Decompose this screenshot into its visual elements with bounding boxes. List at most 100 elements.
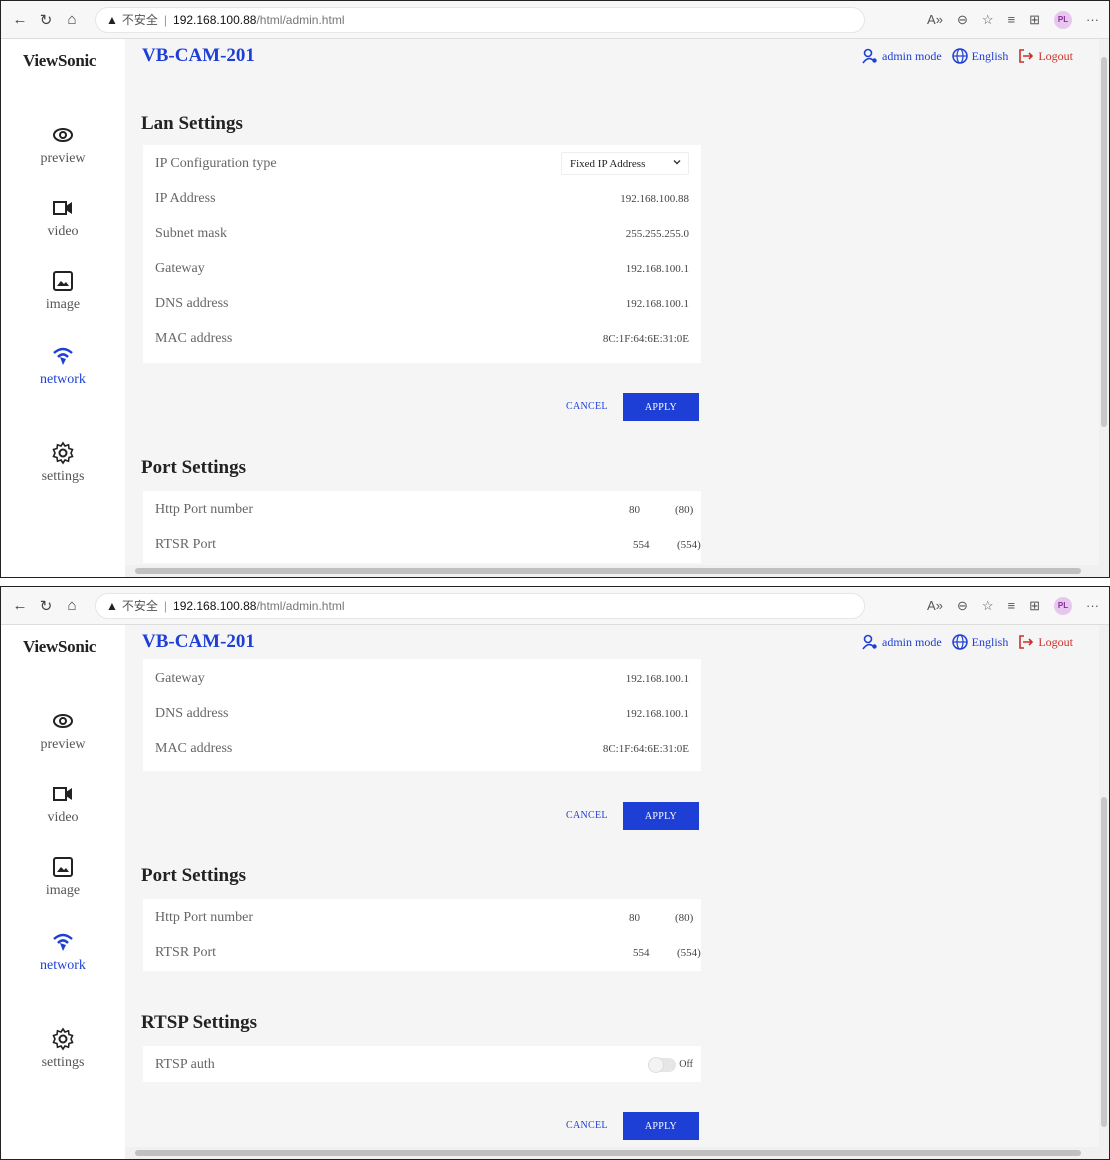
- rtsp-apply-button[interactable]: APPLY: [623, 1112, 699, 1140]
- admin-mode-link[interactable]: admin mode: [862, 634, 942, 650]
- http-port-input[interactable]: 80: [629, 504, 640, 516]
- browser-tools: A» ⊖ ☆ ≡ ⊞ PL ···: [927, 10, 1109, 29]
- mac-value: 8C:1F:64:6E:31:0E: [602, 742, 689, 755]
- home-icon[interactable]: ⌂: [59, 11, 85, 28]
- profile-avatar[interactable]: PL: [1054, 596, 1072, 615]
- more-icon[interactable]: ···: [1086, 12, 1099, 27]
- subnet-value: 255.255.255.0: [625, 227, 689, 240]
- rtsr-port-default: (554): [677, 538, 701, 551]
- vertical-scrollbar[interactable]: [1099, 625, 1109, 1159]
- collections-icon[interactable]: ⊞: [1029, 598, 1040, 614]
- language-link[interactable]: English: [951, 634, 1008, 650]
- user-gear-icon: [862, 634, 877, 650]
- read-aloud-icon[interactable]: A»: [927, 12, 943, 27]
- rtsp-cancel-button[interactable]: CANCEL: [566, 1120, 608, 1131]
- logout-label: Logout: [1038, 48, 1073, 63]
- logout-link[interactable]: Logout: [1018, 48, 1073, 64]
- lan-cancel-button[interactable]: CANCEL: [566, 810, 608, 821]
- rtsr-port-input[interactable]: 554: [633, 947, 650, 959]
- rtsp-settings-title: RTSP Settings: [141, 1012, 257, 1033]
- http-port-label: Http Port number: [155, 501, 253, 517]
- horizontal-scroll-thumb[interactable]: [135, 1150, 1081, 1156]
- refresh-icon[interactable]: ↻: [33, 11, 59, 29]
- http-port-input[interactable]: 80: [629, 912, 640, 924]
- sidebar-item-preview[interactable]: preview: [1, 709, 125, 753]
- admin-mode-link[interactable]: admin mode: [862, 48, 942, 64]
- browser-tools: A» ⊖ ☆ ≡ ⊞ PL ···: [927, 596, 1109, 615]
- sidebar-item-settings[interactable]: settings: [1, 1027, 125, 1071]
- lan-apply-button[interactable]: APPLY: [623, 802, 699, 830]
- rtsp-auth-toggle[interactable]: Off: [648, 1056, 693, 1073]
- favorite-add-icon[interactable]: ☆: [982, 598, 994, 614]
- eye-icon: [53, 714, 73, 728]
- sidebar-item-video[interactable]: video: [1, 782, 125, 826]
- mac-label: MAC address: [155, 330, 233, 346]
- url-separator: |: [163, 598, 168, 613]
- refresh-icon[interactable]: ↻: [33, 597, 59, 615]
- ip-config-label: IP Configuration type: [155, 155, 277, 171]
- user-gear-icon: [862, 48, 877, 64]
- address-bar[interactable]: ▲ 不安全 | 192.168.100.88 /html/admin.html: [95, 592, 865, 619]
- sidebar-item-label: video: [47, 810, 79, 825]
- sidebar-item-image[interactable]: image: [1, 855, 125, 899]
- more-icon[interactable]: ···: [1086, 598, 1099, 613]
- lan-apply-button[interactable]: APPLY: [623, 393, 699, 421]
- port-settings-title: Port Settings: [141, 457, 247, 478]
- read-aloud-icon[interactable]: A»: [927, 598, 943, 613]
- favorite-add-icon[interactable]: ☆: [982, 12, 994, 28]
- rtsr-port-input[interactable]: 554: [633, 539, 650, 551]
- toggle-track: [648, 1056, 677, 1073]
- ip-address-value: 192.168.100.88: [620, 192, 689, 205]
- image-icon: [53, 271, 73, 291]
- favorites-icon[interactable]: ≡: [1008, 12, 1016, 27]
- sidebar-item-label: network: [40, 372, 86, 387]
- zoom-icon[interactable]: ⊖: [957, 598, 968, 614]
- browser-window-top: ← ↻ ⌂ ▲ 不安全 | 192.168.100.88 /html/admin…: [0, 0, 1110, 578]
- favorites-icon[interactable]: ≡: [1008, 598, 1016, 613]
- dns-value: 192.168.100.1: [625, 707, 689, 720]
- vertical-scroll-thumb[interactable]: [1101, 57, 1107, 427]
- dns-value: 192.168.100.1: [625, 297, 689, 310]
- language-link[interactable]: English: [951, 48, 1009, 64]
- logout-link[interactable]: Logout: [1018, 634, 1073, 650]
- ip-config-row: IP Configuration type Fixed IP Address: [143, 146, 701, 181]
- rtsp-auth-row: RTSP auth Off: [143, 1047, 701, 1082]
- mac-label: MAC address: [155, 740, 233, 756]
- port-settings-card: Http Port number 80 (80) RTSR Port 554 (…: [143, 491, 701, 563]
- ip-config-value: Fixed IP Address: [570, 157, 646, 170]
- sidebar-item-network[interactable]: network: [1, 344, 125, 388]
- sidebar-item-settings[interactable]: settings: [1, 441, 125, 485]
- sidebar-item-video[interactable]: video: [1, 196, 125, 240]
- gateway-row: Gateway 192.168.100.1: [143, 661, 701, 696]
- app-header: VB-CAM-201 admin mode English Logout: [125, 625, 1099, 659]
- rtsr-port-row: RTSR Port 554 (554): [143, 935, 701, 970]
- address-bar[interactable]: ▲ 不安全 | 192.168.100.88 /html/admin.html: [95, 6, 865, 33]
- back-icon[interactable]: ←: [7, 11, 33, 28]
- horizontal-scrollbar[interactable]: [125, 565, 1099, 577]
- profile-avatar[interactable]: PL: [1054, 10, 1072, 29]
- http-port-label: Http Port number: [155, 909, 253, 925]
- zoom-icon[interactable]: ⊖: [957, 12, 968, 28]
- http-port-default: (80): [675, 911, 694, 924]
- horizontal-scrollbar[interactable]: [125, 1147, 1099, 1159]
- ip-config-select[interactable]: Fixed IP Address: [561, 152, 689, 175]
- rtsp-settings-card: RTSP auth Off: [143, 1046, 701, 1082]
- back-icon[interactable]: ←: [7, 597, 33, 614]
- sidebar-item-label: settings: [41, 1055, 85, 1070]
- logout-label: Logout: [1038, 634, 1073, 649]
- collections-icon[interactable]: ⊞: [1029, 12, 1040, 28]
- sidebar-item-network[interactable]: network: [1, 930, 125, 974]
- language-label: English: [971, 48, 1009, 63]
- vertical-scroll-thumb[interactable]: [1101, 797, 1107, 1127]
- sidebar-item-preview[interactable]: preview: [1, 123, 125, 167]
- sidebar-item-image[interactable]: image: [1, 269, 125, 313]
- horizontal-scroll-thumb[interactable]: [135, 568, 1081, 574]
- gear-icon: [52, 1027, 74, 1051]
- app-header: VB-CAM-201 admin mode English Logout: [125, 39, 1099, 73]
- home-icon[interactable]: ⌂: [59, 597, 85, 614]
- subnet-row: Subnet mask 255.255.255.0: [143, 216, 701, 251]
- sidebar: ViewSonic preview video image network se…: [1, 39, 125, 577]
- lan-cancel-button[interactable]: CANCEL: [566, 401, 608, 412]
- vertical-scrollbar[interactable]: [1099, 39, 1109, 577]
- insecure-label: 不安全: [121, 13, 158, 27]
